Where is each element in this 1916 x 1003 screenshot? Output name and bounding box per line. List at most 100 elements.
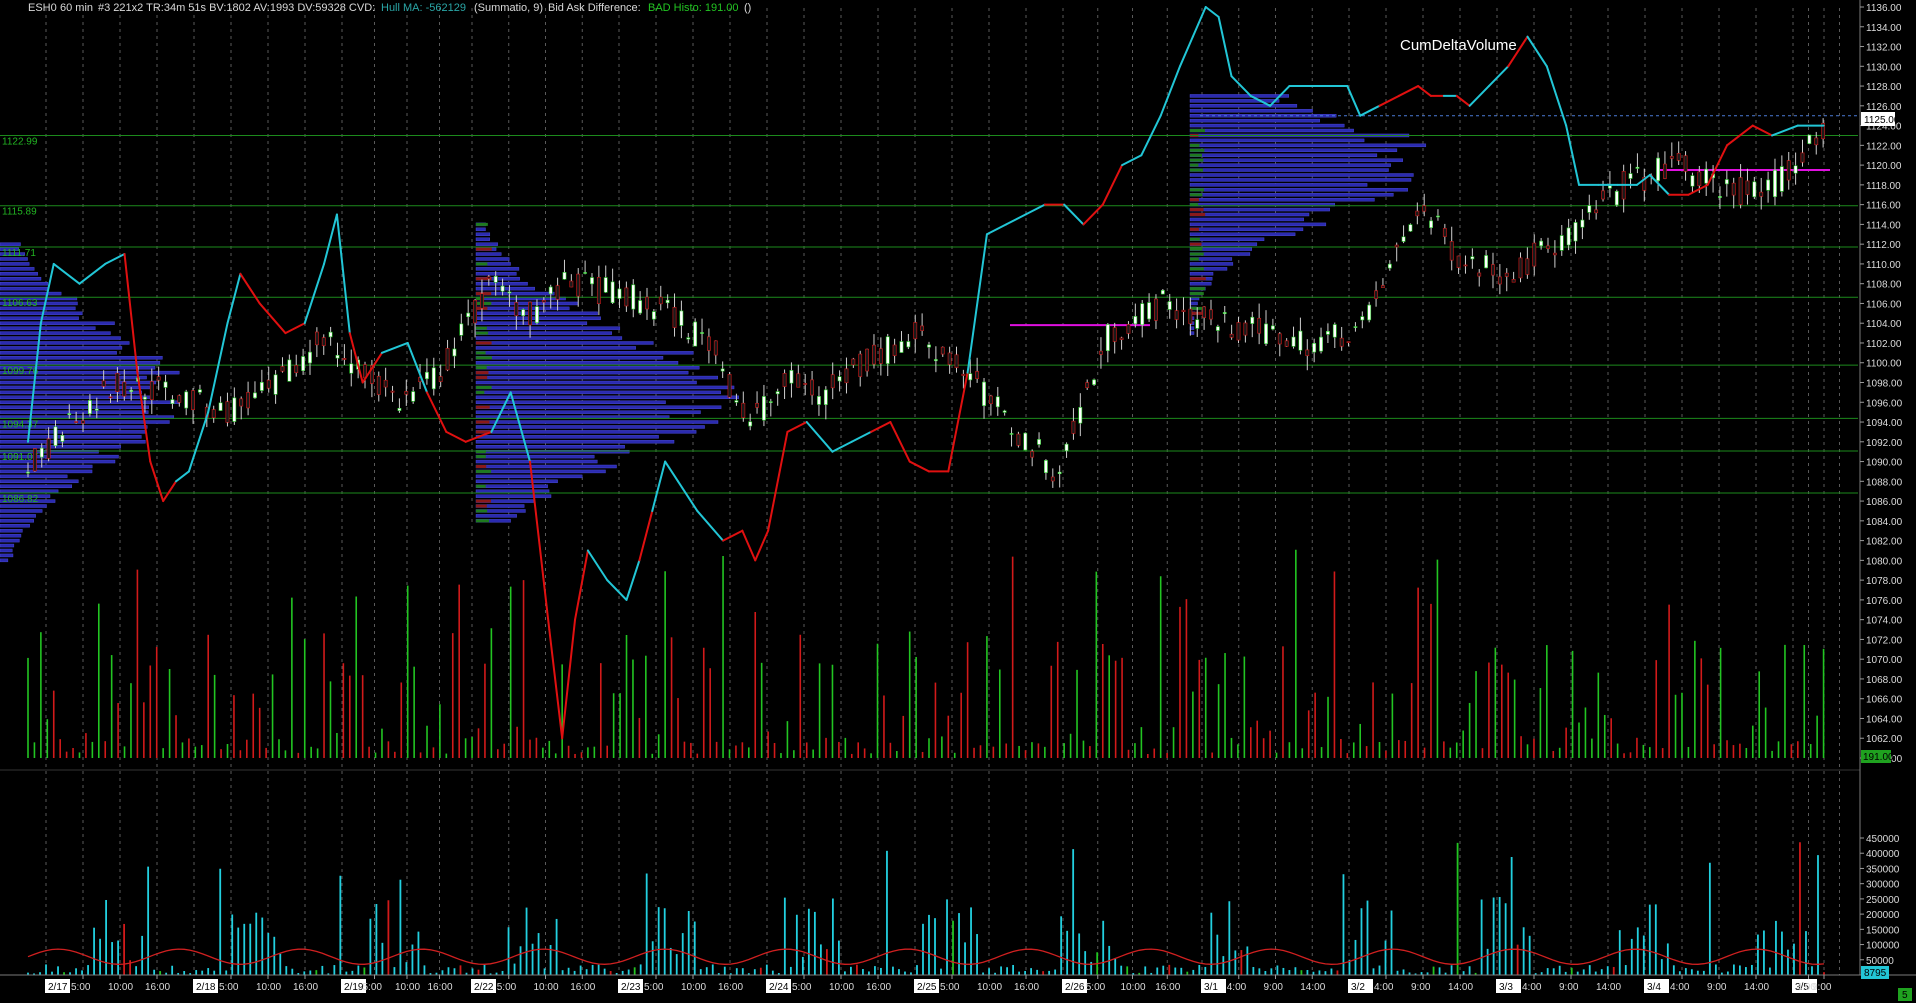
candle-body xyxy=(645,296,649,310)
price-tick-label: 1100.00 xyxy=(1866,359,1902,370)
candle-body xyxy=(796,373,801,388)
volume-profile-delta xyxy=(476,341,492,345)
price-level-label: 1115.89 xyxy=(2,207,37,218)
volume-profile-bar xyxy=(0,341,130,345)
time-label: 14:00 xyxy=(1744,982,1769,993)
candle-body xyxy=(858,353,863,377)
day-label: 2/25 xyxy=(917,982,937,993)
candle-body xyxy=(349,363,354,374)
volume-profile-bar xyxy=(0,519,34,523)
price-tick-label: 1078.00 xyxy=(1866,576,1903,587)
price-tick-label: 1072.00 xyxy=(1866,635,1903,646)
candle-body xyxy=(301,356,306,372)
paren-label: () xyxy=(744,2,751,14)
volume-profile-delta xyxy=(476,405,490,409)
volume-profile-bar xyxy=(1189,168,1389,172)
market-chart[interactable]: 1122.99 1115.89 1111.71 1106.63 1099.76 1094.… xyxy=(0,0,1916,1003)
time-label: 10:00 xyxy=(534,982,559,993)
volume-tick-label: 200000 xyxy=(1866,910,1900,921)
price-tick-label: 1104.00 xyxy=(1866,319,1902,330)
candle-body xyxy=(1367,304,1372,321)
volume-profile-bar xyxy=(1189,222,1327,227)
candle-body xyxy=(321,337,326,346)
candle-body xyxy=(328,331,333,338)
candle-body xyxy=(1511,279,1516,283)
volume-profile-bar xyxy=(475,356,664,360)
volume-profile-bar xyxy=(0,311,83,316)
candle-body xyxy=(94,408,99,411)
candle-body xyxy=(390,390,395,393)
candle-body xyxy=(1580,219,1585,228)
volume-profile-bar xyxy=(475,301,579,306)
volume-profile-bar xyxy=(475,390,721,395)
price-level-label: 1106.63 xyxy=(2,298,38,309)
price-tick-label: 1066.00 xyxy=(1866,695,1903,706)
volume-profile-bar xyxy=(0,321,115,325)
volume-profile-delta xyxy=(476,390,485,394)
candle-body xyxy=(1360,316,1365,321)
volume-tick-label: 400000 xyxy=(1866,849,1900,860)
time-label: 16:00 xyxy=(428,982,453,993)
candle-body xyxy=(713,340,718,356)
histo-value: 191.00 xyxy=(1863,752,1894,763)
time-label: 4:00 xyxy=(1670,982,1690,993)
time-label: 4:00 xyxy=(1374,982,1394,993)
candle-body xyxy=(1676,153,1681,161)
candle-body xyxy=(672,307,677,328)
volume-profile-delta xyxy=(1190,267,1204,271)
candle-body xyxy=(1215,326,1220,331)
volume-profile-bar xyxy=(0,331,111,335)
candle-body xyxy=(500,285,505,292)
volume-profile-bar xyxy=(1189,163,1391,167)
volume-profile-delta xyxy=(476,222,488,226)
price-tick-label: 1090.00 xyxy=(1866,458,1903,469)
candle-body xyxy=(562,272,567,280)
volume-profile-delta xyxy=(476,371,489,375)
candle-body xyxy=(507,291,512,294)
volume-profile-bar xyxy=(0,281,49,286)
chart-interval: 60 min xyxy=(60,2,93,14)
volume-profile-delta xyxy=(476,247,492,251)
volume-profile-bar xyxy=(475,425,705,429)
volume-tick-label: 250000 xyxy=(1866,895,1900,906)
volume-profile-bar xyxy=(0,336,121,340)
candle-body xyxy=(46,438,51,459)
time-label: 5:00 xyxy=(219,982,239,993)
volume-profile-delta xyxy=(1190,168,1204,172)
price-level-label: 1094.37 xyxy=(2,419,39,430)
price-tick-label: 1134.00 xyxy=(1866,23,1902,34)
time-label: 5:00 xyxy=(71,982,91,993)
candle-body xyxy=(273,374,278,395)
candle-body xyxy=(583,272,588,274)
candle-body xyxy=(53,426,58,447)
candle-body xyxy=(975,371,980,379)
volume-profile-bar xyxy=(475,326,621,330)
volume-profile-bar xyxy=(0,262,30,266)
volume-profile-bar xyxy=(1189,237,1265,241)
volume-profile-bar xyxy=(0,543,15,548)
volume-profile-delta xyxy=(476,376,488,380)
volume-profile-bar xyxy=(475,237,490,241)
candle-body xyxy=(335,354,340,359)
candle-body xyxy=(514,302,519,316)
time-label: 16:00 xyxy=(1155,982,1180,993)
candle-body xyxy=(397,407,402,411)
price-tick-label: 1082.00 xyxy=(1866,537,1903,548)
day-label: 2/26 xyxy=(1065,982,1085,993)
candle-body xyxy=(1773,169,1777,198)
candle-body xyxy=(294,365,299,373)
volume-profile-bar xyxy=(1189,188,1408,192)
volume-profile-delta xyxy=(1190,252,1204,256)
time-label: 10:00 xyxy=(829,982,854,993)
volume-profile-bar xyxy=(475,464,617,469)
candle-body xyxy=(555,285,560,300)
price-tick-label: 1110.00 xyxy=(1866,260,1901,271)
volume-profile-bar xyxy=(475,281,528,286)
volume-profile-delta xyxy=(1190,208,1204,212)
day-label: 3/3 xyxy=(1499,982,1513,993)
candle-body xyxy=(995,396,1000,408)
candle-body xyxy=(1518,257,1523,279)
candle-body xyxy=(1429,220,1433,229)
chart-symbol: ESH0 xyxy=(28,2,57,14)
time-label: 9:00 xyxy=(1411,982,1431,993)
